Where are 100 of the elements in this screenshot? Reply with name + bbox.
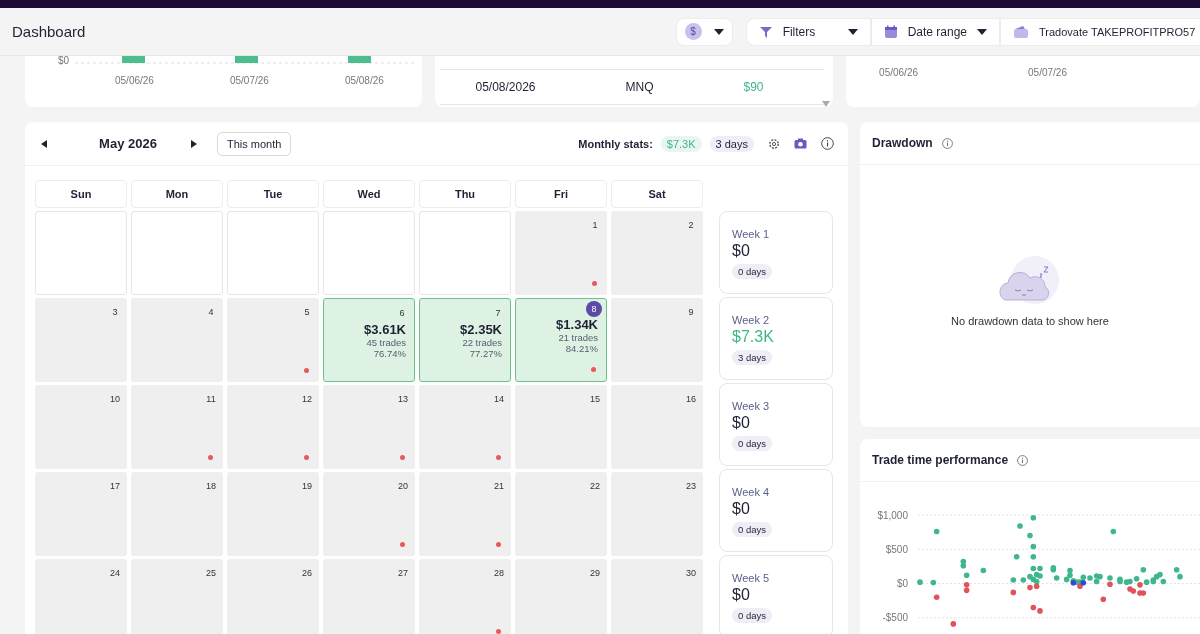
day-number: 19: [301, 480, 313, 493]
month-title: May 2026: [98, 136, 158, 151]
stats-pnl-badge: $7.3K: [660, 135, 702, 152]
next-month-icon[interactable]: [191, 139, 197, 148]
day-cell[interactable]: 18: [131, 472, 223, 556]
card-title: Drawdown: [872, 136, 933, 150]
day-cell[interactable]: 11: [131, 385, 223, 469]
info-icon[interactable]: [821, 137, 834, 150]
week-label: Week 4: [732, 486, 770, 498]
day-cell[interactable]: 30: [611, 559, 703, 634]
day-cell[interactable]: 13: [323, 385, 415, 469]
day-pnl: $3.61K: [364, 322, 406, 337]
day-number: 24: [109, 567, 121, 580]
day-cell[interactable]: 10: [35, 385, 127, 469]
data-point: [933, 594, 940, 600]
axis-label: -$500: [882, 612, 908, 624]
week-pnl: $0: [732, 586, 750, 604]
day-cell[interactable]: 17: [35, 472, 127, 556]
info-icon[interactable]: [1017, 454, 1029, 466]
day-number: 15: [589, 393, 601, 406]
caret-icon: [713, 28, 724, 35]
caret-icon: [847, 28, 858, 35]
day-cell[interactable]: 26: [227, 559, 319, 634]
day-cell[interactable]: 27: [323, 559, 415, 634]
week-days-badge: 0 days: [732, 608, 772, 623]
day-number: 17: [109, 480, 121, 493]
filter-icon: [758, 24, 773, 39]
axis-label: 05/06/26: [879, 67, 919, 80]
week-pnl: $0: [732, 500, 750, 518]
day-cell[interactable]: 20: [323, 472, 415, 556]
data-point: [1053, 575, 1060, 581]
dollar-icon: $: [684, 23, 702, 40]
day-cell[interactable]: 16: [611, 385, 703, 469]
day-cell[interactable]: 22: [515, 472, 607, 556]
week-pnl: $0: [732, 414, 750, 432]
day-cell[interactable]: 2: [611, 211, 703, 295]
week-label: Week 3: [732, 400, 770, 412]
day-number: 21: [493, 480, 505, 493]
day-number: 23: [685, 480, 697, 493]
data-point: [1010, 589, 1017, 596]
day-number: 18: [205, 480, 217, 493]
currency-dropdown[interactable]: $: [675, 17, 733, 46]
week-days-badge: 0 days: [732, 436, 772, 451]
settings-icon[interactable]: [768, 137, 780, 150]
previous-month-icon[interactable]: [41, 139, 47, 148]
day-number: 30: [685, 567, 697, 580]
data-point: [950, 621, 957, 627]
data-point: [1013, 554, 1020, 560]
day-pnl: $1.34K: [556, 317, 598, 332]
week-pnl: $0: [732, 242, 750, 260]
trade-count: 21 trades: [558, 332, 598, 343]
week-days-badge: 0 days: [732, 264, 772, 279]
day-cell[interactable]: 25: [131, 559, 223, 634]
day-cell[interactable]: 12: [227, 385, 319, 469]
day-cell[interactable]: 23: [611, 472, 703, 556]
axis-label: $0: [58, 55, 70, 66]
day-cell[interactable]: 15: [515, 385, 607, 469]
day-number: 2: [687, 219, 695, 232]
day-cell[interactable]: 24: [35, 559, 127, 634]
day-cell[interactable]: 1: [515, 211, 607, 295]
account-dropdown[interactable]: Tradovate TAKEPROFITPRO57: [1000, 17, 1200, 46]
day-number: 5: [303, 306, 311, 319]
day-number: 14: [493, 393, 505, 406]
day-cell[interactable]: 6 $3.61K 45 trades 76.74%: [323, 298, 415, 382]
data-point: [1030, 554, 1037, 560]
day-cell[interactable]: 28: [419, 559, 511, 634]
day-pnl: $2.35K: [460, 322, 502, 337]
week-days-badge: 3 days: [732, 350, 772, 365]
data-point: [930, 579, 937, 586]
this-month-button[interactable]: This month: [217, 131, 292, 156]
card-title: Trade time performance: [872, 453, 1009, 467]
info-icon[interactable]: [941, 137, 953, 149]
day-cell[interactable]: 9: [611, 298, 703, 382]
day-cell[interactable]: 14: [419, 385, 511, 469]
day-cell[interactable]: 7 $2.35K 22 trades 77.27%: [419, 298, 511, 382]
date-range-dropdown[interactable]: Date range: [870, 17, 1000, 46]
trade-count: 22 trades: [462, 337, 502, 348]
data-point: [1010, 577, 1017, 583]
day-cell[interactable]: 29: [515, 559, 607, 634]
weekday-header: Thu: [419, 180, 511, 208]
data-point: [1100, 596, 1107, 603]
axis-label: $0: [896, 578, 908, 589]
day-cell[interactable]: 3: [35, 298, 127, 382]
day-cell[interactable]: 4: [131, 298, 223, 382]
win-rate: 76.74%: [373, 348, 406, 359]
data-point: [933, 528, 940, 535]
day-cell[interactable]: 21: [419, 472, 511, 556]
week-pnl: $7.3K: [732, 328, 774, 346]
camera-icon[interactable]: [794, 138, 807, 149]
data-point: [980, 567, 987, 574]
filters-dropdown[interactable]: Filters: [745, 17, 871, 46]
stats-label: Monthly stats:: [578, 137, 653, 150]
day-cell[interactable]: 5: [227, 298, 319, 382]
day-number: 20: [397, 480, 409, 493]
data-point: [1027, 532, 1033, 539]
day-cell[interactable]: 8 $1.34K 21 trades 84.21%: [515, 298, 607, 382]
day-cell[interactable]: 19: [227, 472, 319, 556]
axis-label: 05/07/26: [1028, 67, 1067, 80]
weekday-header: Wed: [323, 180, 415, 208]
day-number: 16: [685, 393, 697, 406]
